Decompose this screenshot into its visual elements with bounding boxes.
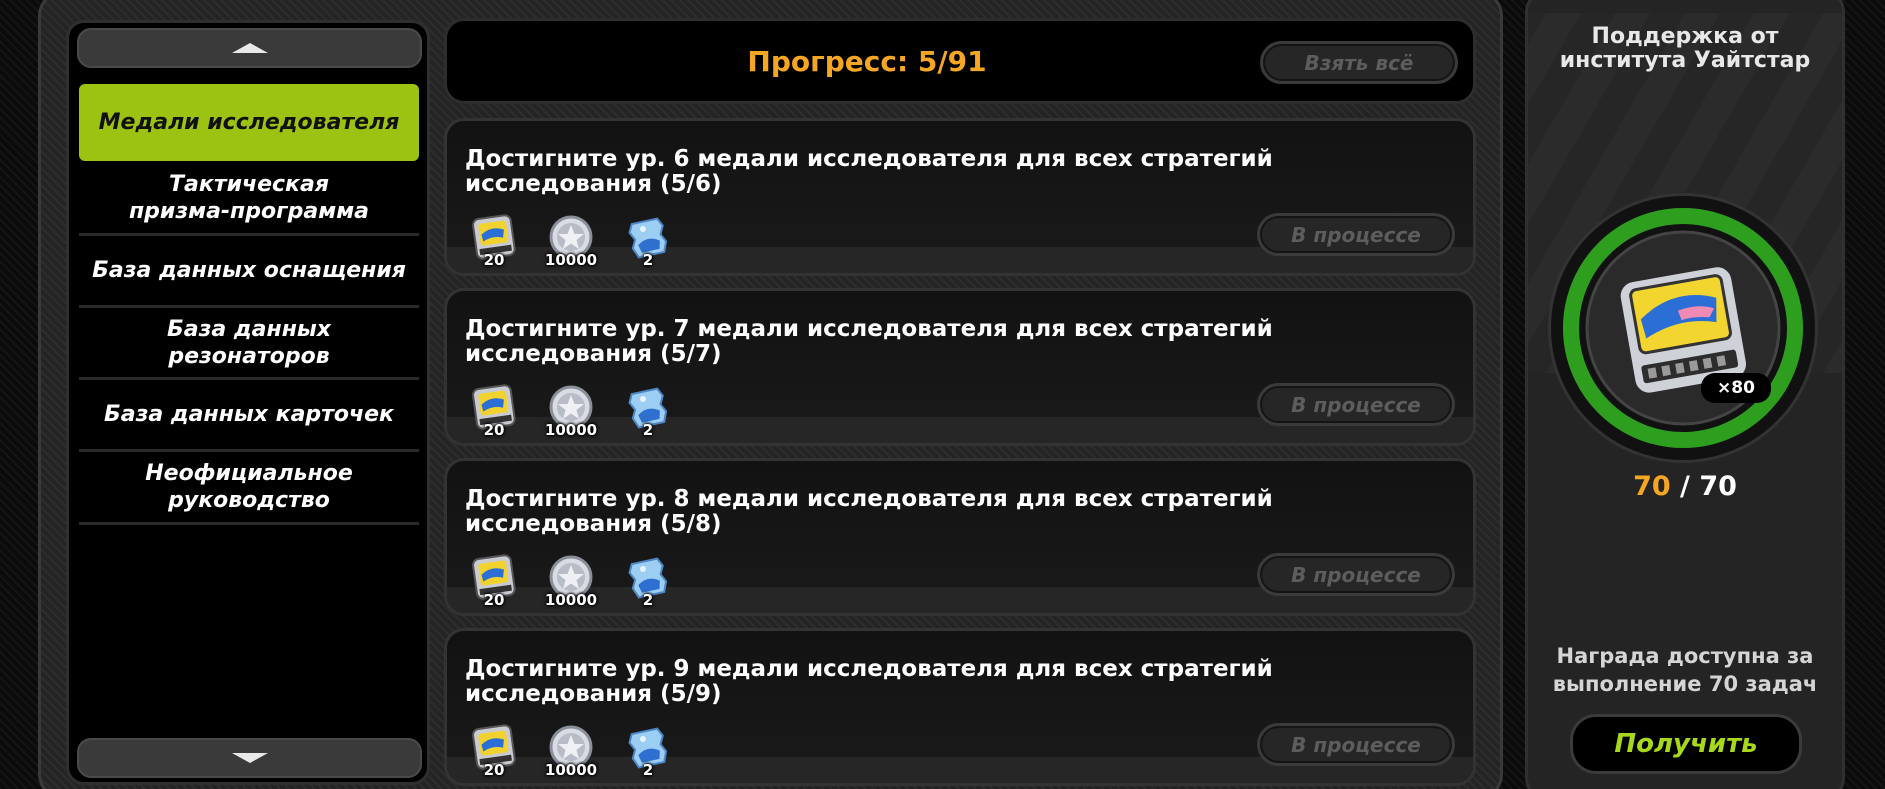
total-count: 70 xyxy=(1699,471,1737,502)
reward-list: 20 10000 2 xyxy=(469,213,673,269)
blue-ticket-icon[interactable]: 2 xyxy=(623,213,673,269)
sidebar-item-tactical-prism[interactable]: Тактическая призма-программа xyxy=(79,163,419,236)
reward-count: 20 xyxy=(483,251,505,269)
sidebar-item-equipment-db[interactable]: База данных оснащения xyxy=(79,236,419,308)
take-all-button[interactable]: Взять всё xyxy=(1260,41,1458,84)
film-ticket-icon[interactable]: 20 xyxy=(469,213,519,269)
sidebar-item-explorer-medals[interactable]: Медали исследователя xyxy=(79,84,419,161)
reward-count: 10000 xyxy=(544,591,598,609)
chevron-down-icon xyxy=(231,753,268,763)
task-title: Достигните ур. 7 медали исследователя дл… xyxy=(465,316,1273,367)
silver-coin-icon[interactable]: 10000 xyxy=(541,383,601,439)
reward-count: 2 xyxy=(642,761,654,779)
sidebar-item-cards-db[interactable]: База данных карточек xyxy=(79,380,419,452)
film-ticket-icon[interactable]: 20 xyxy=(469,723,519,779)
in-progress-button[interactable]: В процессе xyxy=(1257,213,1455,256)
progress-counter: Прогресс: 5/91 xyxy=(747,44,987,78)
category-sidebar: Медали исследователя Тактическая призма-… xyxy=(66,20,430,785)
chevron-up-icon xyxy=(231,43,268,53)
task-title: Достигните ур. 6 медали исследователя дл… xyxy=(465,146,1273,197)
sidebar-item-label: База данных резонаторов xyxy=(166,316,331,369)
reward-count: 2 xyxy=(642,591,654,609)
scroll-down-button[interactable] xyxy=(77,738,422,778)
reward-count: 2 xyxy=(642,421,654,439)
sidebar-item-label: База данных карточек xyxy=(103,402,394,427)
support-panel: Поддержка от института Уайтстар ×80 70 / xyxy=(1525,0,1845,789)
support-reward-ring[interactable]: ×80 xyxy=(1548,193,1818,463)
reward-note: Награда доступна за выполнение 70 задач xyxy=(1552,644,1818,696)
task-card: Достигните ур. 7 медали исследователя дл… xyxy=(444,288,1476,446)
task-title: Достигните ур. 9 медали исследователя дл… xyxy=(465,656,1273,707)
progress-header: Прогресс: 5/91 Взять всё xyxy=(444,18,1476,104)
film-ticket-icon[interactable]: 20 xyxy=(469,553,519,609)
in-progress-button[interactable]: В процессе xyxy=(1257,553,1455,596)
sidebar-item-label: База данных оснащения xyxy=(92,258,406,283)
reward-count: 20 xyxy=(483,421,505,439)
sidebar-item-label: Неофициальное руководство xyxy=(145,461,353,513)
sidebar-item-label: Медали исследователя xyxy=(98,110,400,135)
reward-multiplier: ×80 xyxy=(1701,373,1771,403)
task-card: Достигните ур. 6 медали исследователя дл… xyxy=(444,118,1476,276)
silver-coin-icon[interactable]: 10000 xyxy=(541,213,601,269)
silver-coin-icon[interactable]: 10000 xyxy=(541,553,601,609)
task-card: Достигните ур. 8 медали исследователя дл… xyxy=(444,458,1476,616)
sidebar-item-resonators-db[interactable]: База данных резонаторов xyxy=(79,308,419,380)
in-progress-button[interactable]: В процессе xyxy=(1257,723,1455,766)
reward-count: 10000 xyxy=(544,421,598,439)
task-title: Достигните ур. 8 медали исследователя дл… xyxy=(465,486,1273,537)
sidebar-item-unofficial-guide[interactable]: Неофициальное руководство xyxy=(79,452,419,525)
blue-ticket-icon[interactable]: 2 xyxy=(623,553,673,609)
reward-count: 20 xyxy=(483,591,505,609)
progress-ring xyxy=(1563,208,1803,448)
scroll-up-button[interactable] xyxy=(77,28,422,68)
blue-ticket-icon[interactable]: 2 xyxy=(623,723,673,779)
claim-button[interactable]: Получить xyxy=(1570,714,1802,774)
reward-count: 10000 xyxy=(544,761,598,779)
count-separator: / xyxy=(1670,471,1700,502)
support-progress-count: 70 / 70 xyxy=(1528,471,1842,502)
support-title: Поддержка от института Уайтстар xyxy=(1559,24,1811,73)
reward-list: 20 10000 2 xyxy=(469,383,673,439)
reward-list: 20 10000 2 xyxy=(469,553,673,609)
film-ticket-icon[interactable]: 20 xyxy=(469,383,519,439)
blue-ticket-icon[interactable]: 2 xyxy=(623,383,673,439)
in-progress-button[interactable]: В процессе xyxy=(1257,383,1455,426)
silver-coin-icon[interactable]: 10000 xyxy=(541,723,601,779)
reward-count: 2 xyxy=(642,251,654,269)
task-card: Достигните ур. 9 медали исследователя дл… xyxy=(444,628,1476,786)
current-count: 70 xyxy=(1633,471,1671,502)
reward-count: 20 xyxy=(483,761,505,779)
reward-list: 20 10000 2 xyxy=(469,723,673,779)
reward-count: 10000 xyxy=(544,251,598,269)
sidebar-item-label: Тактическая призма-программа xyxy=(128,172,370,224)
